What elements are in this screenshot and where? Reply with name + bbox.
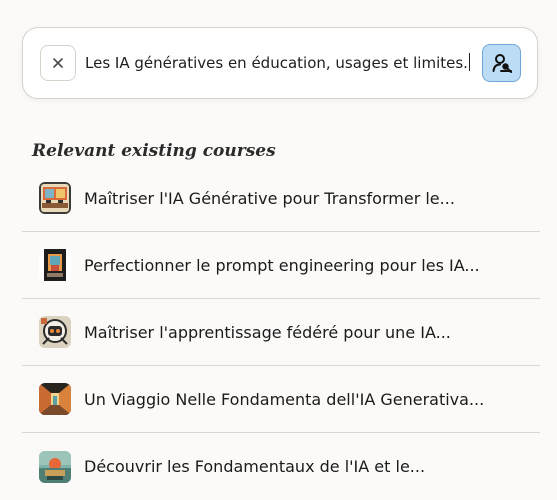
course-title: Maîtriser l'IA Générative pour Transform… <box>84 188 455 208</box>
course-title: Perfectionner le prompt engineering pour… <box>84 255 480 275</box>
course-title: Maîtriser l'apprentissage fédéré pour un… <box>84 322 451 342</box>
section-title: Relevant existing courses <box>32 141 276 161</box>
course-item[interactable]: Maîtriser l'apprentissage fédéré pour un… <box>22 299 540 366</box>
course-item[interactable]: Maîtriser l'IA Générative pour Transform… <box>22 165 540 232</box>
text-caret <box>468 53 470 71</box>
clear-button[interactable] <box>40 45 76 81</box>
course-item[interactable]: Un Viaggio Nelle Fondamenta dell'IA Gene… <box>22 366 540 433</box>
course-item[interactable]: Perfectionner le prompt engineering pour… <box>22 232 540 299</box>
course-title: Un Viaggio Nelle Fondamenta dell'IA Gene… <box>84 389 484 409</box>
doorway-thumbnail <box>39 249 71 281</box>
search-submit-button[interactable] <box>482 44 521 82</box>
classroom-thumbnail <box>39 182 71 214</box>
course-list: Maîtriser l'IA Générative pour Transform… <box>22 165 540 500</box>
robot-thumbnail <box>39 316 71 348</box>
search-input-text: Les IA génératives en éducation, usages … <box>85 54 468 72</box>
course-item[interactable]: Découvrir les Fondamentaux de l'IA et le… <box>22 433 540 500</box>
search-input[interactable]: Les IA génératives en éducation, usages … <box>85 53 470 77</box>
sunset-thumbnail <box>39 450 71 483</box>
user-search-icon <box>492 54 512 73</box>
course-title: Découvrir les Fondamentaux de l'IA et le… <box>84 457 426 476</box>
search-bar: Les IA génératives en éducation, usages … <box>22 27 538 99</box>
hallway-thumbnail <box>39 383 71 415</box>
close-icon <box>53 58 63 68</box>
